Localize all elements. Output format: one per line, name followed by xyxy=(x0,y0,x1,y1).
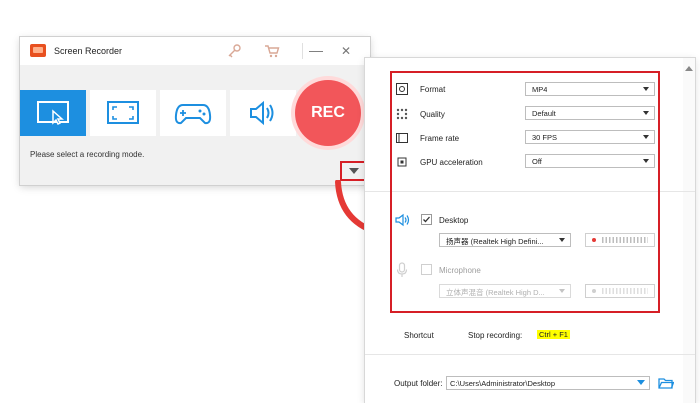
folder-icon[interactable] xyxy=(658,376,674,390)
output-folder-value: C:\Users\Administrator\Desktop xyxy=(450,379,556,388)
output-folder-select[interactable]: C:\Users\Administrator\Desktop xyxy=(446,376,650,390)
mode-prompt-text: Please select a recording mode. xyxy=(30,150,145,159)
mode-game-button[interactable] xyxy=(160,90,226,136)
title-bar: Screen Recorder — ✕ xyxy=(20,37,370,65)
key-icon[interactable] xyxy=(226,43,242,59)
shortcut-key-text: Ctrl + F1 xyxy=(537,330,570,339)
fullscreen-icon xyxy=(107,101,139,124)
mode-region-button[interactable] xyxy=(20,90,86,136)
mode-fullscreen-button[interactable] xyxy=(90,90,156,136)
titlebar-divider xyxy=(302,43,303,59)
recording-settings-panel: Format MP4 Quality Default Frame rate 30… xyxy=(365,58,695,403)
stop-recording-label: Stop recording: xyxy=(468,331,523,340)
settings-highlight-frame xyxy=(390,71,660,313)
region-select-icon xyxy=(37,101,69,126)
output-folder-label: Output folder: xyxy=(394,379,443,388)
gamepad-icon xyxy=(174,104,212,125)
scroll-up-icon[interactable] xyxy=(685,66,693,71)
close-button[interactable]: ✕ xyxy=(336,41,356,61)
scrollbar[interactable] xyxy=(683,58,695,403)
shortcut-label: Shortcut xyxy=(404,331,434,340)
window-title: Screen Recorder xyxy=(54,46,123,56)
chevron-down-icon xyxy=(637,380,645,385)
cart-icon[interactable] xyxy=(264,43,280,59)
speaker-icon xyxy=(250,100,274,126)
minimize-button[interactable]: — xyxy=(306,41,326,61)
screen-recorder-window: Screen Recorder — ✕ REC Please select a … xyxy=(20,37,370,185)
section-divider xyxy=(365,354,695,355)
rec-button[interactable]: REC xyxy=(295,80,361,146)
expand-settings-button[interactable] xyxy=(340,161,366,181)
chevron-down-icon xyxy=(349,168,359,174)
app-logo-icon xyxy=(30,44,46,57)
mode-audio-button[interactable] xyxy=(230,90,296,136)
stop-shortcut-key[interactable]: Ctrl + F1 xyxy=(537,330,570,339)
